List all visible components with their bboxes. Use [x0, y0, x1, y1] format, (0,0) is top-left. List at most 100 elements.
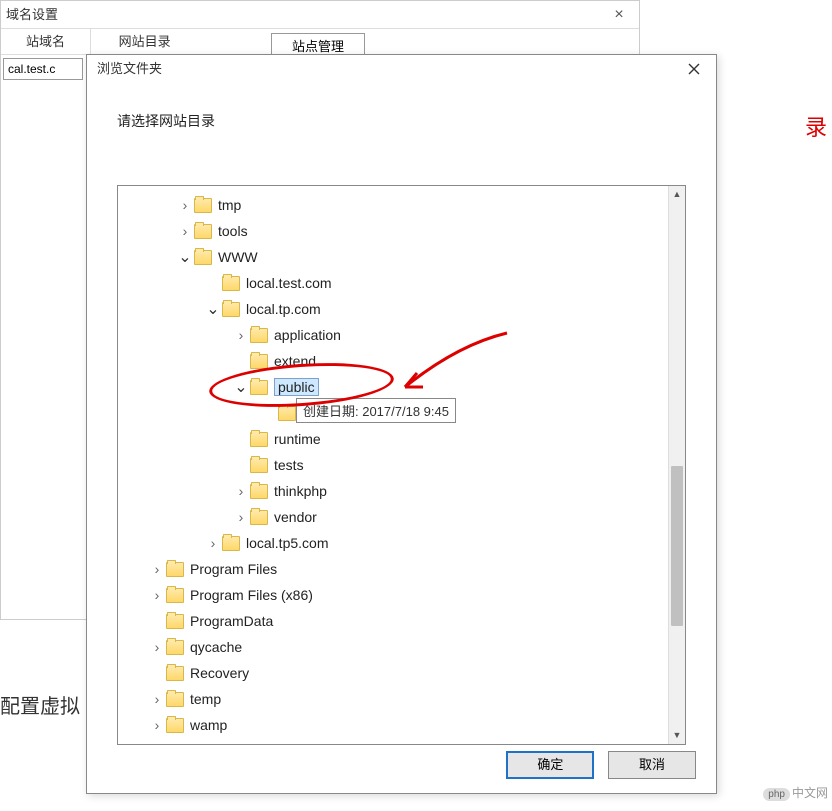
- tree-node[interactable]: ProgramData: [118, 608, 685, 634]
- tree-node[interactable]: › Program Files (x86): [118, 582, 685, 608]
- tree-node[interactable]: › wamp: [118, 712, 685, 738]
- tree-node[interactable]: ⌄ WWW: [118, 244, 685, 270]
- folder-icon: [166, 614, 184, 629]
- chevron-right-icon[interactable]: ›: [234, 327, 248, 343]
- folder-icon: [250, 484, 268, 499]
- tree-node[interactable]: ⌄ public: [118, 374, 685, 400]
- tree-node-label: runtime: [274, 431, 321, 447]
- parent-title: 域名设置: [6, 7, 58, 22]
- chevron-right-icon[interactable]: ›: [178, 197, 192, 213]
- scroll-up-icon[interactable]: ▲: [669, 186, 685, 203]
- tree-node-label: extend: [274, 353, 316, 369]
- folder-icon: [250, 354, 268, 369]
- folder-icon: [250, 458, 268, 473]
- column-domain: 站域名: [1, 29, 91, 55]
- dialog-button-row: 确定 取消: [496, 751, 696, 779]
- tree-node[interactable]: › application: [118, 322, 685, 348]
- folder-icon: [250, 380, 268, 395]
- folder-icon: [166, 692, 184, 707]
- column-dir: 网站目录: [95, 29, 195, 55]
- browse-folder-dialog: 浏览文件夹 请选择网站目录 › tmp › tools ⌄ WWW local.test.c…: [86, 54, 717, 794]
- scroll-down-icon[interactable]: ▼: [669, 727, 685, 744]
- scroll-thumb[interactable]: [671, 466, 683, 626]
- chevron-right-icon[interactable]: ›: [150, 587, 164, 603]
- tree-node-label: WWW: [218, 249, 258, 265]
- tree-node-label: local.tp.com: [246, 301, 321, 317]
- tree-node[interactable]: extend: [118, 348, 685, 374]
- tree-node-label: qycache: [190, 639, 242, 655]
- folder-icon: [166, 666, 184, 681]
- folder-tooltip: 创建日期: 2017/7/18 9:45: [296, 398, 456, 423]
- tree-node-label: tools: [218, 223, 248, 239]
- bg-bottom-text: 配置虚拟: [0, 690, 80, 719]
- tree-node-label: tests: [274, 457, 304, 473]
- folder-icon: [250, 432, 268, 447]
- tree-node[interactable]: ⌄ local.tp.com: [118, 296, 685, 322]
- folder-icon: [166, 588, 184, 603]
- chevron-right-icon[interactable]: ›: [234, 509, 248, 525]
- tree-node[interactable]: runtime: [118, 426, 685, 452]
- watermark-text: 中文网: [792, 786, 828, 800]
- folder-icon: [222, 276, 240, 291]
- folder-icon: [250, 510, 268, 525]
- chevron-right-icon[interactable]: ›: [150, 639, 164, 655]
- tree-node-label: local.test.com: [246, 275, 332, 291]
- tree-node-label: Program Files: [190, 561, 277, 577]
- chevron-right-icon[interactable]: ›: [234, 483, 248, 499]
- tree-node[interactable]: tests: [118, 452, 685, 478]
- dialog-title-bar: 浏览文件夹: [87, 55, 716, 83]
- chevron-right-icon[interactable]: ›: [150, 561, 164, 577]
- tree-node[interactable]: › tools: [118, 218, 685, 244]
- folder-icon: [250, 328, 268, 343]
- tree-node-label: vendor: [274, 509, 317, 525]
- folder-icon: [166, 718, 184, 733]
- tree-node[interactable]: › tmp: [118, 192, 685, 218]
- tree-node-label: ProgramData: [190, 613, 273, 629]
- chevron-right-icon[interactable]: ›: [150, 717, 164, 733]
- cancel-button[interactable]: 取消: [608, 751, 696, 779]
- folder-icon: [222, 302, 240, 317]
- folder-icon: [194, 198, 212, 213]
- chevron-right-icon[interactable]: ›: [178, 223, 192, 239]
- watermark: php中文网: [763, 784, 828, 801]
- tree-node[interactable]: › vendor: [118, 504, 685, 530]
- tree-node[interactable]: › temp: [118, 686, 685, 712]
- chevron-down-icon[interactable]: ⌄: [206, 299, 220, 319]
- tree-node-label: local.tp5.com: [246, 535, 328, 551]
- chevron-right-icon[interactable]: ›: [150, 691, 164, 707]
- chevron-right-icon[interactable]: ›: [206, 535, 220, 551]
- domain-input[interactable]: [3, 58, 83, 80]
- tree-node[interactable]: › Program Files: [118, 556, 685, 582]
- tree-node[interactable]: › qycache: [118, 634, 685, 660]
- dialog-prompt: 请选择网站目录: [87, 83, 716, 131]
- folder-tree[interactable]: › tmp › tools ⌄ WWW local.test.com ⌄ local.tp.co…: [118, 186, 685, 744]
- tree-node-label: tmp: [218, 197, 241, 213]
- ok-button[interactable]: 确定: [506, 751, 594, 779]
- tree-node-label: public: [274, 378, 319, 396]
- chevron-down-icon[interactable]: ⌄: [234, 377, 248, 397]
- close-icon[interactable]: [672, 55, 716, 83]
- close-icon[interactable]: ×: [599, 1, 639, 29]
- dialog-title: 浏览文件夹: [97, 61, 162, 76]
- folder-icon: [278, 406, 296, 421]
- tree-node[interactable]: local.test.com: [118, 270, 685, 296]
- tree-node-label: Recovery: [190, 665, 249, 681]
- folder-icon: [166, 640, 184, 655]
- tree-node[interactable]: Recovery: [118, 660, 685, 686]
- scrollbar[interactable]: ▲ ▼: [668, 186, 685, 744]
- tree-node-label: thinkphp: [274, 483, 327, 499]
- folder-tree-container: › tmp › tools ⌄ WWW local.test.com ⌄ local.tp.co…: [117, 185, 686, 745]
- tree-node-label: application: [274, 327, 341, 343]
- folder-icon: [194, 250, 212, 265]
- bg-red-text: 录: [805, 110, 827, 142]
- tree-node[interactable]: › local.tp5.com: [118, 530, 685, 556]
- tree-node-label: Program Files (x86): [190, 587, 313, 603]
- chevron-down-icon[interactable]: ⌄: [178, 247, 192, 267]
- tree-node-label: wamp: [190, 717, 227, 733]
- tree-node-label: temp: [190, 691, 221, 707]
- parent-title-bar: 域名设置 ×: [1, 1, 639, 29]
- folder-icon: [194, 224, 212, 239]
- folder-icon: [222, 536, 240, 551]
- watermark-badge: php: [763, 788, 790, 801]
- tree-node[interactable]: › thinkphp: [118, 478, 685, 504]
